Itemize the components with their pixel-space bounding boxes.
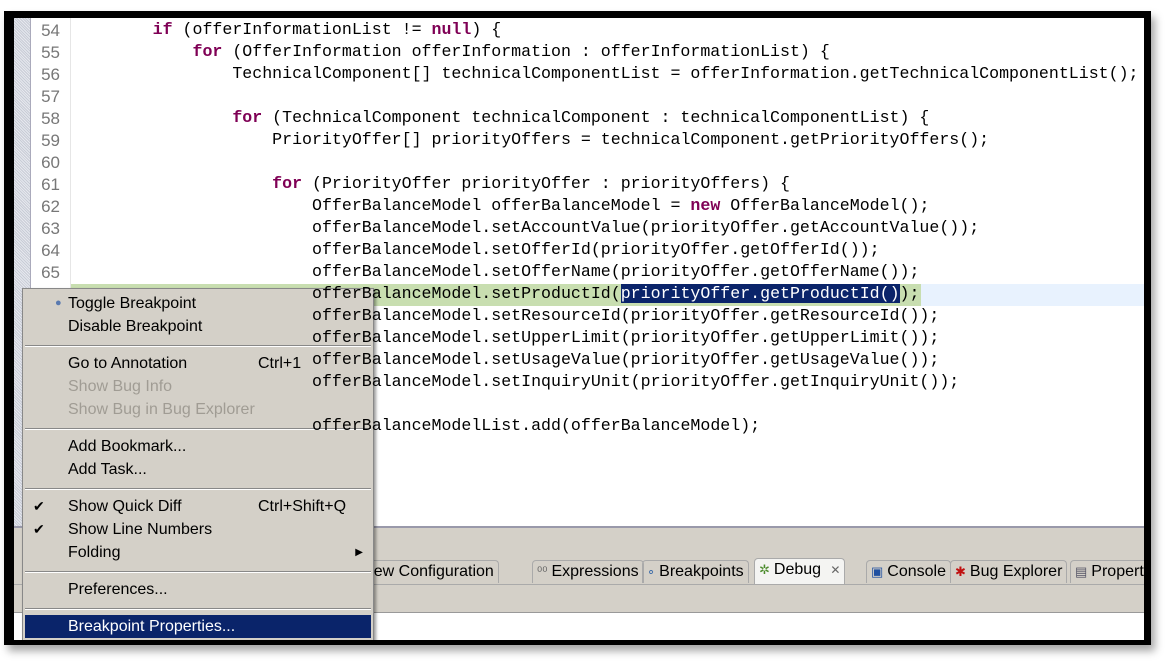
code-text: offerBalanceModel.setInquiryUnit(priorit… <box>312 372 960 391</box>
code-line[interactable]: offerBalanceModel.setUsageValue(priority… <box>73 350 939 372</box>
menu-item-folding[interactable]: Folding ▶ <box>25 541 371 564</box>
menu-item-add-task[interactable]: Add Task... <box>25 458 371 481</box>
tab-label: Bug Explorer <box>969 563 1063 580</box>
code-line[interactable]: offerBalanceModel.setOfferName(priorityO… <box>73 262 919 284</box>
tab-label: Console <box>887 563 946 580</box>
code-text: OfferBalanceModel(); <box>720 196 930 215</box>
code-text: ) { <box>471 20 502 39</box>
code-line[interactable]: for (PriorityOffer priorityOffer : prior… <box>73 174 790 196</box>
tab-label: Properties <box>1091 563 1144 580</box>
radio-dot-icon: ● <box>55 297 62 309</box>
expressions-icon: ⁰⁰ <box>537 564 548 579</box>
checkmark-icon: ✔ <box>33 521 45 537</box>
code-text: (OfferInformation offerInformation : off… <box>222 42 830 61</box>
code-text: offerBalanceModel.setOfferName(priorityO… <box>312 262 920 281</box>
keyword: for <box>232 108 263 127</box>
code-text: offerBalanceModel.setUsageValue(priority… <box>312 350 940 369</box>
code-line[interactable]: TechnicalComponent[] technicalComponentL… <box>73 64 1139 86</box>
debug-icon: ✲ <box>759 562 770 577</box>
breakpoints-icon: ∘ <box>647 564 656 579</box>
line-number: 63 <box>41 219 60 238</box>
code-text: OfferBalanceModel offerBalanceModel = <box>312 196 691 215</box>
line-number: 65 <box>41 263 60 282</box>
selected-text[interactable]: priorityOffer.getProductId() <box>620 284 900 303</box>
code-line[interactable]: for (TechnicalComponent technicalCompone… <box>73 108 929 130</box>
console-icon: ▣ <box>871 564 884 579</box>
tab-debug[interactable]: ✲ Debug ✕ <box>754 558 846 584</box>
code-text: (PriorityOffer priorityOffer : priorityO… <box>302 174 790 193</box>
menu-item-show-line-numbers[interactable]: ✔ Show Line Numbers <box>25 518 371 541</box>
menu-separator <box>25 488 371 490</box>
code-line[interactable]: offerBalanceModel.setOfferId(priorityOff… <box>73 240 880 262</box>
eclipse-window: 54555657585960616263646566676869707172 C… <box>14 18 1144 640</box>
code-line[interactable]: offerBalanceModel.setProductId(priorityO… <box>73 284 919 306</box>
code-text: PriorityOffer[] priorityOffers = technic… <box>272 130 990 149</box>
tab-expressions[interactable]: ⁰⁰ Expressions <box>532 560 644 583</box>
menu-item-label: Folding <box>68 544 121 561</box>
code-text: offerBalanceModelList.add(offerBalanceMo… <box>312 416 761 435</box>
code-line[interactable]: offerBalanceModel.setUpperLimit(priority… <box>73 328 939 350</box>
line-number: 62 <box>41 197 60 216</box>
code-line[interactable]: OfferBalanceModel offerBalanceModel = ne… <box>73 196 929 218</box>
menu-separator <box>25 571 371 573</box>
code-line[interactable]: if (offerInformationList != null) { <box>73 20 502 42</box>
code-line[interactable]: offerBalanceModel.setInquiryUnit(priorit… <box>73 372 959 394</box>
menu-item-show-quick-diff[interactable]: ✔ Show Quick Diff Ctrl+Shift+Q <box>25 495 371 518</box>
code-line[interactable]: offerBalanceModel.setResourceId(priority… <box>73 306 939 328</box>
menu-separator <box>25 608 371 610</box>
checkmark-icon: ✔ <box>33 498 45 514</box>
menu-item-label: Preferences... <box>68 581 168 598</box>
code-text: (offerInformationList != <box>172 20 432 39</box>
keyword: new <box>690 196 721 215</box>
close-icon[interactable]: ✕ <box>827 563 840 577</box>
code-text: offerBalanceModel.setOfferId(priorityOff… <box>312 240 880 259</box>
menu-item-add-bookmark[interactable]: Add Bookmark... <box>25 435 371 458</box>
tab-label: Expressions <box>551 563 639 580</box>
line-number: 55 <box>41 43 60 62</box>
line-number: 61 <box>41 175 60 194</box>
keyword: null <box>431 20 472 39</box>
code-text: offerBalanceModel.setUpperLimit(priority… <box>312 328 940 347</box>
menu-item-preferences[interactable]: Preferences... <box>25 578 371 601</box>
bug-icon: ✱ <box>955 564 966 579</box>
line-number: 56 <box>41 65 60 84</box>
menu-item-label: Add Task... <box>68 461 147 478</box>
line-number: 60 <box>41 153 60 172</box>
tab-console[interactable]: ▣ Console <box>866 560 951 583</box>
keyword: if <box>152 20 173 39</box>
code-text: (TechnicalComponent technicalComponent :… <box>262 108 930 127</box>
line-number: 59 <box>41 131 60 150</box>
code-text: offerBalanceModel.setProductId( <box>312 284 621 303</box>
menu-item-label: Breakpoint Properties... <box>68 618 236 635</box>
keyword: for <box>192 42 223 61</box>
code-text: offerBalanceModel.setResourceId(priority… <box>312 306 940 325</box>
menu-item-label: Show Line Numbers <box>68 521 213 538</box>
keyword: for <box>272 174 303 193</box>
line-number: 58 <box>41 109 60 128</box>
code-text: TechnicalComponent[] technicalComponentL… <box>232 64 1139 83</box>
code-line[interactable]: offerBalanceModelList.add(offerBalanceMo… <box>73 416 760 438</box>
menu-item-shortcut: Ctrl+Shift+Q <box>258 498 347 515</box>
submenu-arrow-icon: ▶ <box>355 547 363 558</box>
code-line[interactable]: for (OfferInformation offerInformation :… <box>73 42 830 64</box>
tab-label: Breakpoints <box>659 563 744 580</box>
menu-item-breakpoint-properties[interactable]: Breakpoint Properties... <box>25 615 371 638</box>
code-text: ); <box>899 284 920 303</box>
tab-properties[interactable]: ▤Properties <box>1070 560 1144 583</box>
line-number: 54 <box>41 21 60 40</box>
code-line[interactable]: PriorityOffer[] priorityOffers = technic… <box>73 130 989 152</box>
menu-item-label: Add Bookmark... <box>68 438 187 455</box>
tab-bug-explorer[interactable]: ✱ Bug Explorer <box>950 560 1068 583</box>
code-line[interactable]: offerBalanceModel.setAccountValue(priori… <box>73 218 979 240</box>
tab-label: Debug <box>773 561 822 578</box>
menu-item-label: Show Quick Diff <box>68 498 182 515</box>
line-number: 64 <box>41 241 60 260</box>
code-text: offerBalanceModel.setAccountValue(priori… <box>312 218 980 237</box>
line-number: 57 <box>41 87 60 106</box>
tab-breakpoints[interactable]: ∘ Breakpoints <box>642 560 749 583</box>
properties-icon: ▤ <box>1075 564 1088 579</box>
